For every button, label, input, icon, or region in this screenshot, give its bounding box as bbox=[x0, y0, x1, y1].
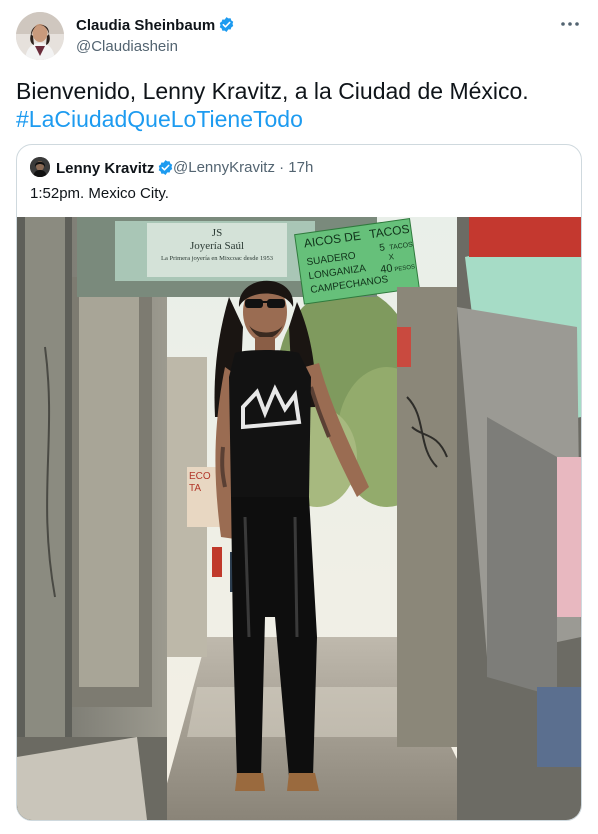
sign-js: JS bbox=[212, 227, 222, 239]
sign-ta: TA bbox=[189, 483, 201, 494]
quoted-author-name-text: Lenny Kravitz bbox=[56, 160, 155, 177]
tweet-text: Bienvenido, Lenny Kravitz, a la Ciudad d… bbox=[16, 77, 582, 133]
author-avatar[interactable] bbox=[16, 12, 64, 60]
tweet-body: Bienvenido, Lenny Kravitz, a la Ciudad d… bbox=[16, 78, 529, 104]
verified-badge-icon bbox=[157, 159, 174, 180]
quoted-tweet-text: 1:52pm. Mexico City. bbox=[30, 185, 169, 202]
quoted-meta: @LennyKravitz · 17h bbox=[173, 159, 313, 176]
sign-tacos-40: 40 bbox=[380, 262, 394, 276]
person-avatar-icon bbox=[30, 157, 50, 177]
more-horizontal-icon[interactable] bbox=[558, 14, 582, 34]
quoted-timestamp[interactable]: 17h bbox=[288, 159, 313, 176]
sign-jewelry-name: Joyería Saúl bbox=[190, 240, 244, 252]
quoted-author-avatar[interactable] bbox=[30, 157, 50, 177]
quoted-author-name[interactable]: Lenny Kravitz bbox=[56, 159, 174, 180]
quoted-tweet-card[interactable]: Lenny Kravitz @LennyKravitz · 17h 1:52pm… bbox=[16, 144, 582, 821]
sign-eco: ECO bbox=[189, 471, 211, 482]
street-photo-image[interactable]: JS Joyería Saúl La Primera joyería en Mi… bbox=[17, 217, 581, 820]
meta-separator: · bbox=[279, 159, 285, 176]
author-name[interactable]: Claudia Sheinbaum bbox=[76, 16, 235, 37]
person-avatar-icon bbox=[16, 12, 64, 60]
verified-badge-icon bbox=[218, 16, 235, 37]
hashtag-link[interactable]: #LaCiudadQueLoTieneTodo bbox=[16, 105, 582, 133]
tweet: Claudia Sheinbaum @Claudiashein Bienveni… bbox=[0, 0, 598, 834]
author-handle[interactable]: @Claudiashein bbox=[76, 38, 178, 55]
quoted-author-handle[interactable]: @LennyKravitz bbox=[173, 159, 275, 176]
author-name-text: Claudia Sheinbaum bbox=[76, 17, 216, 34]
sign-jewelry-tagline: La Primera joyería en Mixcoac desde 1953 bbox=[161, 255, 273, 262]
